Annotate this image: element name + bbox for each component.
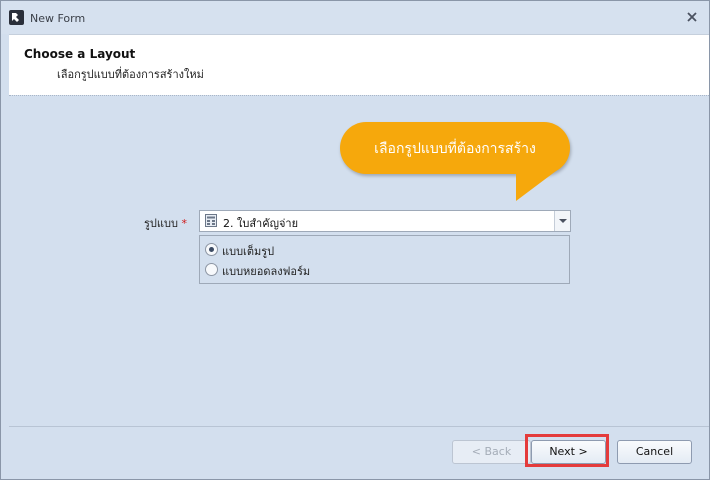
back-button[interactable]: < Back xyxy=(452,440,531,464)
form-template-icon xyxy=(205,214,217,227)
window-title: New Form xyxy=(30,12,86,25)
radio-label-fill: แบบหยอดลงฟอร์ม xyxy=(222,265,311,278)
dropdown-arrow-icon[interactable] xyxy=(554,211,570,231)
next-button-highlight xyxy=(525,434,609,467)
close-icon[interactable] xyxy=(685,10,699,24)
new-form-window: New Form Choose a Layout เลือกรูปแบบที่ต… xyxy=(0,0,710,480)
layout-label-text: รูปแบบ xyxy=(144,217,178,230)
layout-field-label: รูปแบบ * xyxy=(144,214,187,232)
callout-bubble: เลือกรูปแบบที่ต้องการสร้าง xyxy=(340,122,570,174)
wizard-header: Choose a Layout เลือกรูปแบบที่ต้องการสร้… xyxy=(9,34,709,95)
radio-label-full: แบบเต็มรูป xyxy=(222,245,275,258)
radio-button-full[interactable] xyxy=(205,243,218,256)
radio-button-fill[interactable] xyxy=(205,263,218,276)
layout-combo-value: 2. ใบสำคัญจ่าย xyxy=(223,217,299,230)
title-bar: New Form xyxy=(1,1,709,34)
layout-combobox[interactable]: 2. ใบสำคัญจ่าย xyxy=(199,210,571,232)
page-subtitle: เลือกรูปแบบที่ต้องการสร้างใหม่ xyxy=(57,68,204,81)
header-divider xyxy=(9,95,709,96)
footer-divider xyxy=(9,426,709,427)
app-logo-icon xyxy=(9,10,24,25)
page-title: Choose a Layout xyxy=(24,47,136,61)
callout-tail xyxy=(516,171,556,201)
callout-text: เลือกรูปแบบที่ต้องการสร้าง xyxy=(374,141,536,157)
layout-radio-group: แบบเต็มรูป แบบหยอดลงฟอร์ม xyxy=(199,235,570,284)
required-mark: * xyxy=(181,217,187,230)
cancel-button[interactable]: Cancel xyxy=(617,440,692,464)
